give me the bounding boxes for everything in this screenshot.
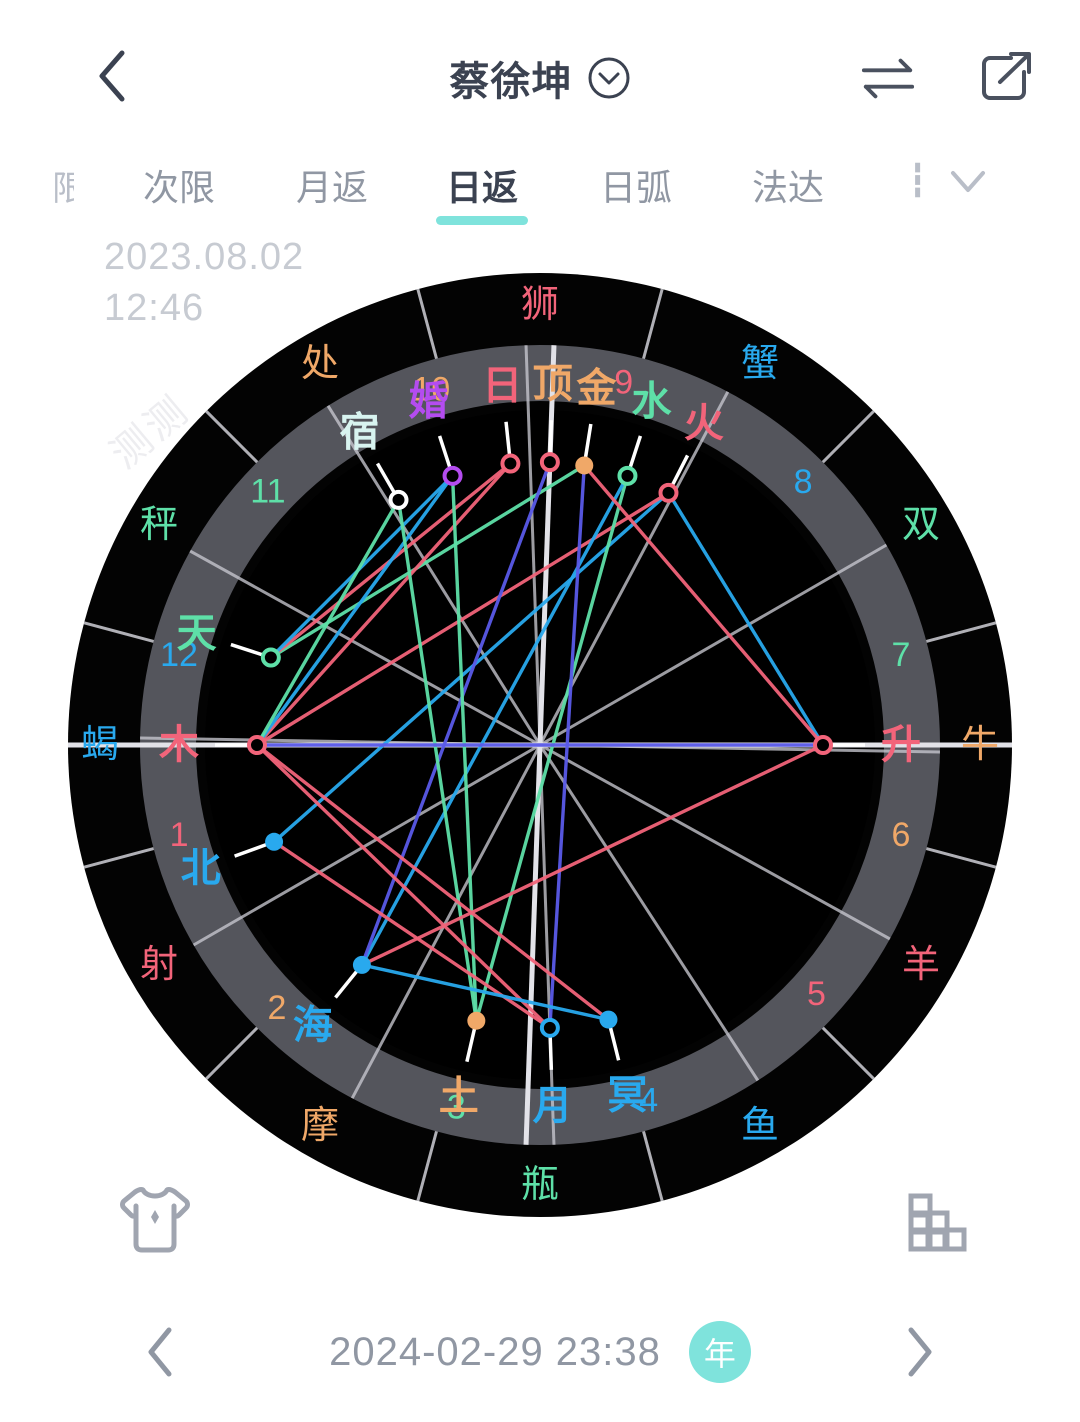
- house-number-label-4: 5: [807, 975, 826, 1013]
- planet-label-9: 北: [181, 846, 221, 890]
- planet-marker-8[interactable]: [247, 735, 267, 755]
- angle-point-marker-0[interactable]: [813, 735, 833, 755]
- planet-marker-10[interactable]: [352, 955, 371, 974]
- planet-label-11: 土: [439, 1075, 479, 1119]
- zodiac-sign-label-10: 秤: [140, 504, 178, 546]
- planet-marker-9[interactable]: [265, 832, 284, 851]
- planet-label-1: 水: [632, 380, 673, 424]
- zodiac-sign-label-9: 蝎: [81, 724, 119, 766]
- house-number-label-6: 7: [891, 636, 910, 674]
- zodiac-sign-label-11: 处: [301, 343, 339, 385]
- house-number-label-5: 6: [891, 816, 910, 854]
- grid-chart-button[interactable]: [890, 1175, 980, 1265]
- zodiac-sign-label-4: 羊: [902, 944, 940, 986]
- planet-label-5: 婚: [408, 380, 448, 424]
- planet-marker-7[interactable]: [260, 647, 281, 668]
- tshirt-button[interactable]: [110, 1175, 200, 1265]
- astrology-chart-screen: 蔡徐坤 限 次限 月返 日返 日弧 法达 ┇ 2023.08.02 12:46 …: [0, 0, 1080, 1422]
- tab-bar: 限 次限 月返 日返 日弧 法达 ┇: [0, 155, 1080, 233]
- date-navigation-bar: 2024-02-29 23:38 年: [0, 1282, 1080, 1422]
- planet-label-3: 顶: [533, 362, 573, 406]
- tshirt-sparkle-icon: [120, 1187, 190, 1253]
- share-external-icon: [982, 52, 1031, 100]
- astrology-wheel-svg[interactable]: 狮蟹双牛羊鱼瓶摩射蝎秤处123 456789101112火水金顶日婚宿天木北海土月…: [0, 245, 1080, 1245]
- planet-tick-12: [548, 1035, 554, 1070]
- zodiac-sign-label-8: 射: [140, 944, 178, 986]
- swap-arrows-icon: [861, 58, 915, 99]
- planet-label-13: 冥: [607, 1073, 647, 1117]
- tab-expand-button[interactable]: [945, 165, 991, 204]
- share-button[interactable]: [978, 50, 1034, 106]
- zodiac-sign-label-0: 狮: [521, 284, 559, 326]
- zodiac-sign-label-7: 摩: [301, 1105, 339, 1147]
- planet-tick-3: [548, 420, 554, 455]
- tab-ci-xian[interactable]: 次限: [143, 159, 215, 225]
- tab-fa-da[interactable]: 法达: [752, 159, 824, 225]
- tab-overflow-dots[interactable]: ┇: [908, 161, 929, 199]
- house-number-label-7: 8: [794, 463, 813, 501]
- chart-wheel-container[interactable]: 狮蟹双牛羊鱼瓶摩射蝎秤处 1 2 3 4 5 6 7 8 9 10 11 12 火水金顶日婚宿天木北海土月…: [0, 245, 1080, 1245]
- planet-marker-4[interactable]: [500, 453, 521, 474]
- zodiac-sign-label-1: 蟹: [741, 343, 779, 385]
- planet-marker-12[interactable]: [539, 1017, 560, 1038]
- prev-date-button[interactable]: [130, 1322, 190, 1382]
- next-date-button[interactable]: [890, 1322, 950, 1382]
- planet-marker-5[interactable]: [442, 465, 463, 486]
- planet-marker-1[interactable]: [617, 465, 638, 486]
- current-datetime[interactable]: 2024-02-29 23:38: [329, 1330, 661, 1375]
- zodiac-sign-label-5: 鱼: [741, 1105, 779, 1147]
- chevron-down-circle-icon[interactable]: [587, 56, 631, 100]
- bar-grid-icon: [908, 1193, 967, 1252]
- planet-marker-11[interactable]: [467, 1011, 486, 1030]
- planet-label-4: 日: [482, 364, 522, 408]
- tab-yue-fan[interactable]: 月返: [296, 159, 368, 225]
- zodiac-sign-label-2: 双: [902, 504, 940, 546]
- house-number-label-1: 2: [267, 989, 286, 1027]
- planet-label-8: 木: [159, 723, 199, 767]
- angle-point-label-0: 升: [881, 723, 921, 767]
- zodiac-sign-label-3: 牛: [961, 724, 999, 766]
- house-number-label-10: 11: [250, 472, 285, 510]
- chevron-down-icon: [951, 171, 985, 192]
- planet-label-12: 月: [533, 1084, 573, 1128]
- app-header: 蔡徐坤: [0, 0, 1080, 150]
- planet-label-10: 海: [293, 1004, 333, 1048]
- tab-partial-left[interactable]: 限: [52, 161, 74, 210]
- planet-marker-3[interactable]: [539, 452, 560, 473]
- tab-ri-hu[interactable]: 日弧: [600, 159, 672, 225]
- planet-marker-6[interactable]: [388, 489, 409, 510]
- planet-label-2: 金: [575, 365, 617, 410]
- header-actions: [860, 50, 1034, 106]
- footer-icon-row: [0, 1175, 1080, 1265]
- house-number-label-8: 9: [614, 364, 633, 402]
- time-unit-badge[interactable]: 年: [688, 1321, 751, 1383]
- planet-label-0: 火: [684, 401, 724, 445]
- chevron-right-icon: [908, 1327, 932, 1377]
- swap-button[interactable]: [860, 50, 916, 106]
- planet-marker-0[interactable]: [658, 482, 679, 503]
- tab-ri-fan[interactable]: 日返: [446, 159, 518, 225]
- page-title: 蔡徐坤: [449, 60, 573, 104]
- chevron-left-icon: [148, 1327, 172, 1377]
- planet-label-6: 宿: [340, 410, 380, 454]
- planet-marker-2[interactable]: [575, 456, 594, 475]
- planet-label-7: 天: [177, 611, 217, 655]
- planet-marker-13[interactable]: [599, 1010, 618, 1029]
